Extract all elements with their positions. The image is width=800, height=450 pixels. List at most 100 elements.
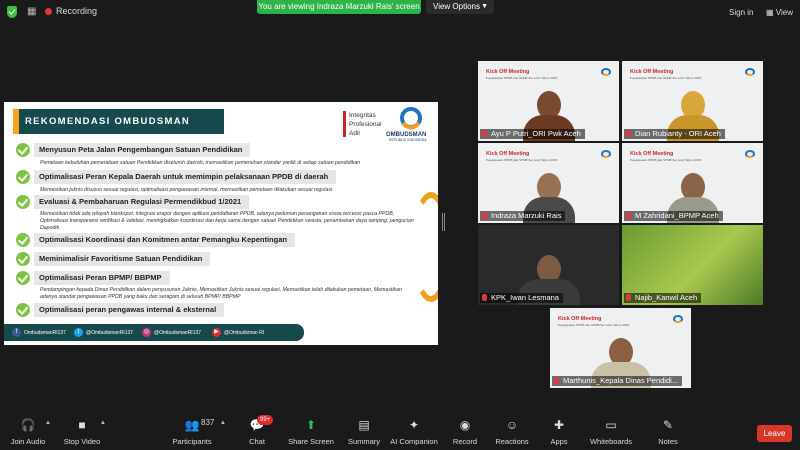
participant-tile[interactable]: KPK_Iwan Lesmana [478,225,619,305]
ombudsman-logo-icon [745,68,755,76]
slide-heading: REKOMENDASI OMBUDSMAN [25,116,191,127]
participant-tile-active-speaker[interactable]: Kick Off Meeting Pengawasan PPDB dan SPM… [478,143,619,223]
recording-dot-icon [45,8,52,15]
record-icon: ◉ [459,418,471,432]
mic-muted-icon [482,212,487,219]
exclamation-bar-icon [343,111,346,137]
participant-name: KPK_Iwan Lesmana [480,293,563,303]
mic-muted-icon [554,377,559,384]
twitter-label: @OmbudsmanRI137 [86,329,134,336]
audio-options-caret[interactable]: ▲ [45,420,51,426]
twitter-handle: t @OmbudsmanRI137 [74,328,133,338]
recommendation-desc: Pemetaan kebutuhan pemerataan satuan Pen… [40,160,361,166]
ai-companion-icon: ✦ [408,418,420,432]
participant-tile[interactable]: Kick Off Meeting Pengawasan PPDB dan SPM… [622,61,763,141]
view-options-button[interactable]: View Options ▼ [426,0,494,14]
youtube-icon: ▶ [212,328,221,337]
participant-tile[interactable]: Kick Off Meeting Pengawasan PPDB dan SPM… [550,308,691,388]
check-icon [16,252,30,266]
mic-muted-icon [626,130,631,137]
slide-heading-bar: REKOMENDASI OMBUDSMAN [13,109,224,134]
facebook-icon: f [12,328,21,337]
apps-label: Apps [550,437,568,446]
view-options-label: View Options [433,2,480,11]
ombudsman-logo-icon [400,107,422,130]
whiteboards-icon: ▭ [605,418,617,432]
summary-button[interactable]: ▤ Summary [346,412,382,450]
check-icon [16,195,30,209]
instagram-icon: ◎ [142,328,151,337]
check-icon [16,143,30,157]
kick-off-title: Kick Off Meeting [486,69,530,75]
share-screen-button[interactable]: ⬆ Share Screen [288,412,334,450]
join-audio-button[interactable]: 🎧 Join Audio [8,412,48,450]
values-tagline: Integritas Profesional Adil [343,111,382,138]
participant-tile[interactable]: Kick Off Meeting Pengawasan PPDB dan SPM… [478,61,619,141]
grid-icon[interactable]: ▦ [27,6,38,17]
value-adil: Adil [349,130,360,137]
ombudsman-logo-icon [745,150,755,158]
chat-unread-badge: 99+ [257,415,274,425]
apps-icon: ✚ [553,418,565,432]
headphones-icon: 🎧 [20,418,36,432]
reactions-button[interactable]: ☺ Reactions [494,412,530,450]
stop-video-label: Stop Video [63,437,101,446]
kick-off-title: Kick Off Meeting [486,151,530,157]
share-screen-label: Share Screen [288,437,334,446]
ombudsman-logo-icon [673,315,683,323]
check-icon [16,233,30,247]
chevron-down-icon: ▼ [481,3,488,10]
kick-off-subtitle: Pengawasan PPDB dan SPMB Ser Aceh Tahun … [630,158,701,162]
recommendation-desc: Memastikan juknis disusun sesuai regulas… [40,187,333,193]
leave-button[interactable]: Leave [757,425,792,442]
recommendation-title: Optimalisasi peran pengawas internal & e… [34,303,225,317]
kick-off-title: Kick Off Meeting [558,316,602,322]
summary-label: Summary [347,437,381,446]
summary-icon: ▤ [358,418,370,432]
recommendation-title: Optimalisasi Koordinasi dan Komitmen ant… [34,233,295,247]
participant-name: Dian Rubianty - ORI Aceh [624,129,725,139]
sign-in-button[interactable]: Sign in [729,8,753,17]
mic-muted-icon [482,294,487,301]
youtube-handle: ▶ @Ombudsman RI [212,328,264,338]
record-label: Record [452,437,478,446]
facebook-handle: f OmbudsmanRI137 [12,328,66,338]
ai-companion-label: AI Companion [390,437,438,446]
facebook-label: OmbudsmanRI137 [24,329,66,336]
participant-tile[interactable]: Najib_Kanwil Aceh [622,225,763,305]
recommendation-title: Menyusun Peta Jalan Pengembangan Satuan … [34,143,251,157]
video-icon: ■ [78,418,86,432]
notes-button[interactable]: ✎ Notes [654,412,682,450]
ai-companion-button[interactable]: ✦ AI Companion [390,412,438,450]
join-audio-label: Join Audio [10,437,46,446]
stop-video-button[interactable]: ■ Stop Video [60,412,104,450]
kick-off-subtitle: Pengawasan PPDB dan SPMB Ser Aceh Tahun … [558,323,629,327]
meeting-toolbar: 🎧 Join Audio ▲ ■ Stop Video ▲ 👥 Particip… [0,412,800,450]
reactions-icon: ☺ [505,418,519,432]
check-icon [16,271,30,285]
zoom-meeting-window: ▦ Recording You are viewing Indraza Marz… [0,0,800,450]
recommendation-title: Optimalisasi Peran BPMP/ BBPMP [34,271,170,285]
mic-muted-icon [482,130,487,137]
mic-muted-icon [626,212,631,219]
instagram-handle: ◎ @OmbudsmanRI137 [142,328,201,338]
notes-label: Notes [658,437,678,446]
top-bar: ▦ Recording You are viewing Indraza Marz… [0,0,800,24]
record-button[interactable]: ◉ Record [451,412,479,450]
participants-label: Participants [172,437,212,446]
resize-handle[interactable] [442,213,445,231]
chat-label: Chat [249,437,265,446]
decorative-arc [411,192,438,302]
kick-off-title: Kick Off Meeting [630,151,674,157]
participants-options-caret[interactable]: ▲ [220,420,226,426]
participant-tile[interactable]: Kick Off Meeting Pengawasan PPDB dan SPM… [622,143,763,223]
check-icon [16,303,30,317]
youtube-label: @Ombudsman RI [224,329,265,336]
video-options-caret[interactable]: ▲ [100,420,106,426]
notes-icon: ✎ [662,418,674,432]
shield-check-icon[interactable] [7,6,17,18]
view-button[interactable]: ▦ View [766,8,793,17]
value-profesional: Profesional [349,121,382,128]
whiteboards-button[interactable]: ▭ Whiteboards [588,412,634,450]
apps-button[interactable]: ✚ Apps [546,412,572,450]
